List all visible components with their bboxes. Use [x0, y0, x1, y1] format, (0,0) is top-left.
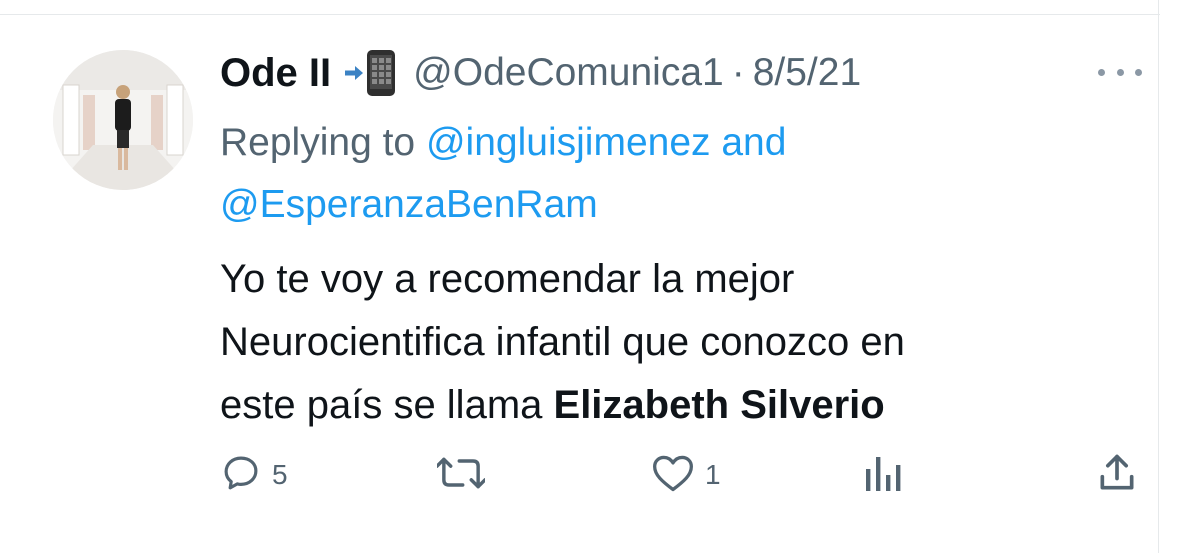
- reply-count: 5: [272, 459, 288, 490]
- retweet-button[interactable]: [435, 452, 487, 499]
- user-handle[interactable]: @OdeComunica1: [413, 51, 724, 95]
- reply-button[interactable]: 5: [220, 452, 288, 498]
- tweet-text: Yo te voy a recomendar la mejor Neurocie…: [220, 248, 1120, 437]
- top-divider: [0, 14, 1160, 15]
- retweet-icon: [435, 452, 487, 499]
- share-button[interactable]: [1095, 452, 1139, 498]
- mobile-arrow-emoji-icon: [343, 48, 401, 98]
- separator: ·: [731, 51, 745, 94]
- reply-mention-esperanzabenram[interactable]: @EsperanzaBenRam: [220, 183, 598, 226]
- reply-mention-ingluisjimenez[interactable]: @ingluisjimenez: [426, 121, 711, 164]
- reply-conjunction: and: [721, 121, 787, 164]
- analytics-button[interactable]: [862, 452, 902, 498]
- replying-prefix: Replying to: [220, 121, 416, 164]
- tweet-text-line-3: este país se llama: [220, 383, 543, 427]
- tweet-text-line-2: Neurocientifica infantil que conozco en: [220, 320, 905, 364]
- share-icon: [1095, 451, 1139, 500]
- like-count: 1: [705, 459, 721, 490]
- avatar[interactable]: [53, 50, 193, 190]
- display-name[interactable]: Ode II: [220, 51, 331, 96]
- tweet-header: Ode II @OdeComunica1 · 8/5/21: [220, 50, 861, 96]
- replying-to: Replying to @ingluisjimenez and @Esperan…: [220, 112, 1120, 236]
- right-divider: [1158, 0, 1159, 553]
- more-icon[interactable]: [1098, 60, 1142, 84]
- tweet-text-bold-name: Elizabeth Silverio: [553, 383, 885, 427]
- like-button[interactable]: 1: [651, 452, 721, 498]
- tweet-date[interactable]: 8/5/21: [753, 51, 861, 95]
- analytics-icon: [862, 453, 902, 498]
- reply-icon: [220, 452, 262, 499]
- tweet-text-line-1: Yo te voy a recomendar la mejor: [220, 257, 795, 301]
- like-icon: [651, 452, 695, 499]
